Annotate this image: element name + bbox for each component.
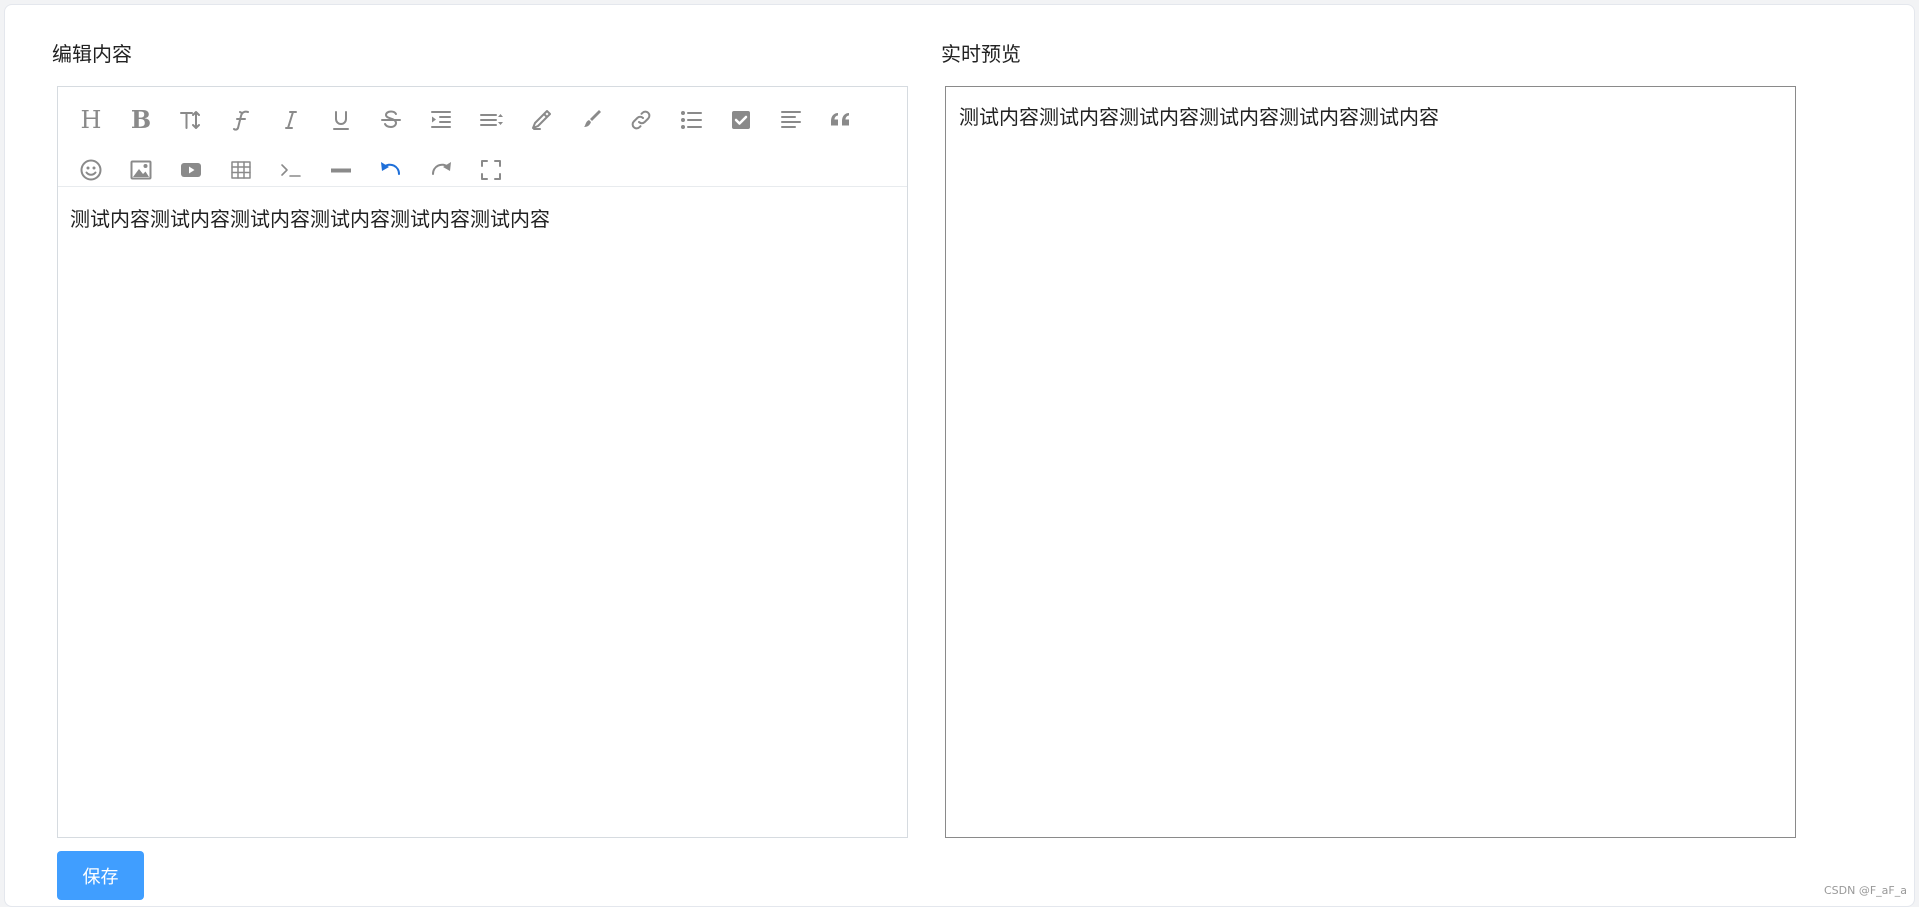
editor-title: 编辑内容 xyxy=(52,42,132,66)
line-height-button[interactable] xyxy=(466,100,516,140)
link-icon xyxy=(631,110,651,130)
bold-icon: B xyxy=(130,105,152,134)
toolbar-row-2 xyxy=(66,145,899,195)
heading-icon: H xyxy=(80,106,102,134)
fullscreen-icon xyxy=(481,160,501,180)
background-color-icon xyxy=(584,110,601,127)
redo-icon xyxy=(431,162,451,175)
emoji-icon xyxy=(80,159,102,181)
code-block-icon xyxy=(281,164,301,177)
redo-button[interactable] xyxy=(416,150,466,190)
indent-button[interactable] xyxy=(416,100,466,140)
blockquote-icon xyxy=(831,113,849,126)
save-button[interactable]: 保存 xyxy=(57,851,144,900)
indent-icon xyxy=(431,111,451,128)
video-button[interactable] xyxy=(166,150,216,190)
todo-button[interactable] xyxy=(716,100,766,140)
font-size-icon xyxy=(180,111,200,129)
preview-title: 实时预览 xyxy=(941,42,1021,66)
bulleted-list-icon xyxy=(681,111,702,129)
undo-button[interactable] xyxy=(366,150,416,190)
blockquote-button[interactable] xyxy=(816,100,866,140)
editor-toolbar: H B xyxy=(58,87,907,187)
table-icon xyxy=(231,161,251,179)
italic-icon xyxy=(285,111,297,129)
horizontal-rule-button[interactable] xyxy=(316,150,366,190)
main-card: 编辑内容 实时预览 H B 测试内容测试内容测试内容测试内容测试内容测试内容 测… xyxy=(4,4,1915,907)
watermark: CSDN @F_aF_a xyxy=(1824,884,1907,897)
strikethrough-icon xyxy=(381,110,401,128)
font-family-button[interactable] xyxy=(216,100,266,140)
fullscreen-button[interactable] xyxy=(466,150,516,190)
horizontal-rule-icon xyxy=(331,168,351,173)
todo-checkbox-icon xyxy=(732,111,750,129)
font-size-button[interactable] xyxy=(166,100,216,140)
italic-button[interactable] xyxy=(266,100,316,140)
underline-icon xyxy=(333,111,349,130)
bulleted-list-button[interactable] xyxy=(666,100,716,140)
line-height-icon xyxy=(480,114,503,126)
toolbar-row-1: H B xyxy=(66,95,899,145)
font-family-icon xyxy=(233,110,249,131)
editor-content[interactable]: 测试内容测试内容测试内容测试内容测试内容测试内容 xyxy=(58,187,907,251)
emoji-button[interactable] xyxy=(66,150,116,190)
font-color-button[interactable] xyxy=(516,100,566,140)
background-color-button[interactable] xyxy=(566,100,616,140)
preview-content: 测试内容测试内容测试内容测试内容测试内容测试内容 xyxy=(945,86,1796,838)
rich-text-editor: H B 测试内容测试内容测试内容测试内容测试内容测试内容 xyxy=(57,86,908,838)
font-color-icon xyxy=(532,110,551,130)
code-block-button[interactable] xyxy=(266,150,316,190)
undo-icon xyxy=(381,162,401,175)
link-button[interactable] xyxy=(616,100,666,140)
heading-button[interactable]: H xyxy=(66,100,116,140)
image-button[interactable] xyxy=(116,150,166,190)
justify-icon xyxy=(781,111,801,128)
underline-button[interactable] xyxy=(316,100,366,140)
bold-button[interactable]: B xyxy=(116,100,166,140)
strikethrough-button[interactable] xyxy=(366,100,416,140)
justify-button[interactable] xyxy=(766,100,816,140)
table-button[interactable] xyxy=(216,150,266,190)
video-icon xyxy=(181,163,201,177)
image-icon xyxy=(130,160,152,180)
